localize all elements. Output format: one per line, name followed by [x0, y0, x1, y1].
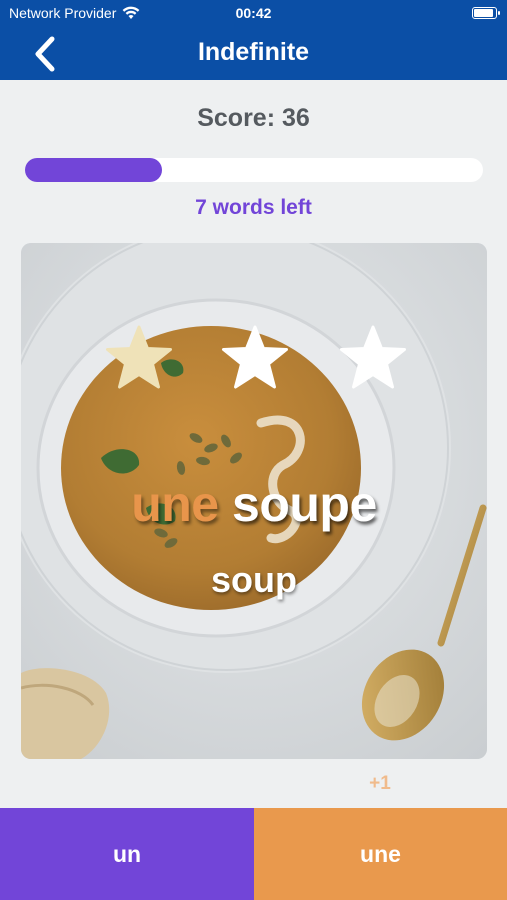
- star-empty-icon: [339, 325, 407, 391]
- answer-button-un[interactable]: un: [0, 808, 254, 900]
- status-time: 00:42: [235, 5, 272, 21]
- word-article: une: [131, 476, 219, 532]
- progress-bar-fill: [25, 158, 163, 182]
- flashcard[interactable]: une soupe soup: [21, 243, 487, 759]
- words-left-label: 7 words left: [195, 196, 312, 219]
- status-bar: Network Provider 00:42: [0, 0, 507, 26]
- star-empty-icon: [221, 325, 289, 391]
- battery-icon: [472, 7, 500, 19]
- word-noun: soupe: [232, 476, 377, 532]
- star-filled-icon: [105, 325, 173, 391]
- answer-bar: un une: [0, 808, 507, 900]
- word-display: une soupe: [21, 475, 487, 533]
- score-label: Score: 36: [197, 104, 310, 132]
- page-title: Indefinite: [197, 38, 310, 66]
- progress-bar: [25, 158, 483, 182]
- score-feedback: +1: [369, 773, 391, 794]
- nav-bar: Indefinite: [0, 26, 507, 80]
- answer-button-une[interactable]: une: [254, 808, 507, 900]
- star-rating: [21, 325, 487, 395]
- word-translation: soup: [211, 559, 297, 600]
